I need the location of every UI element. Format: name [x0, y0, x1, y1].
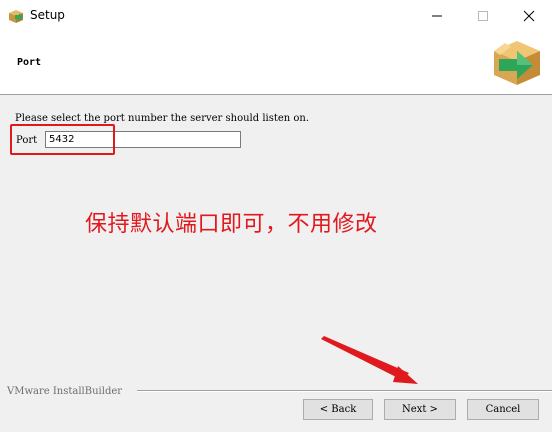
close-icon [523, 10, 535, 22]
minimize-button[interactable] [414, 0, 460, 31]
annotation-text: 保持默认端口即可，不用修改 [85, 212, 378, 237]
highlight-box [10, 124, 115, 155]
maximize-button[interactable] [460, 0, 506, 31]
minimize-icon [432, 15, 442, 17]
instruction-text: Please select the port number the server… [15, 113, 310, 124]
box-arrow-icon [494, 41, 540, 85]
title-bar: Setup [0, 0, 552, 31]
back-button[interactable]: < Back [303, 399, 373, 420]
installbuilder-brand: VMware InstallBuilder [7, 386, 123, 397]
wizard-header: Port [0, 31, 552, 95]
maximize-icon [478, 11, 488, 21]
window-title: Setup [30, 8, 65, 22]
next-button[interactable]: Next > [384, 399, 456, 420]
footer-separator [137, 390, 552, 392]
installer-icon [9, 10, 23, 23]
close-button[interactable] [506, 0, 552, 31]
cancel-button[interactable]: Cancel [467, 399, 539, 420]
page-title: Port [17, 57, 42, 68]
